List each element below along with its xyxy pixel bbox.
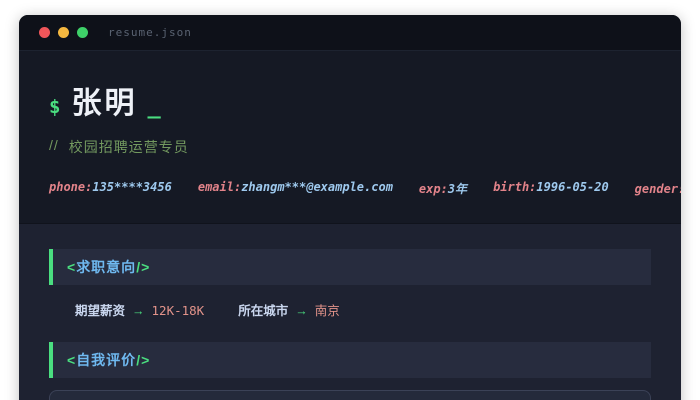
field-expected-salary: 期望薪资 → 12K-18K: [75, 300, 204, 319]
birth-value: 1996-05-20: [536, 180, 609, 194]
tag-close-bracket: />: [136, 352, 151, 368]
phone-label: phone:: [49, 180, 93, 194]
tag-open-bracket: <: [67, 352, 77, 368]
salary-value: 12K-18K: [151, 303, 205, 318]
role-title: 校园招聘运营专员: [68, 139, 189, 155]
gender-label: gender:: [634, 182, 681, 196]
window-title: resume.json: [108, 26, 192, 39]
close-button-icon[interactable]: [39, 27, 50, 38]
minimize-button-icon[interactable]: [58, 27, 69, 38]
city-label: 所在城市: [238, 304, 289, 318]
contact-birth: birth:1996-05-20: [493, 180, 609, 197]
arrow-icon: →: [295, 304, 308, 318]
terminal-window: resume.json $ 张明 _ // 校园招聘运营专员 phone:135…: [19, 15, 681, 400]
window-titlebar: resume.json: [19, 15, 681, 51]
email-value: zhangm***@example.com: [241, 180, 393, 194]
name-line: $ 张明 _: [49, 78, 651, 122]
comment-prefix: //: [49, 137, 59, 153]
section-header-job-intent: <求职意向/>: [49, 249, 651, 285]
self-evaluation-card: 专注校园招聘运营3年，具备从校招计划制定、院校合作、宣讲组织到offer跟进的全…: [49, 390, 651, 400]
section-title-self-evaluation: 自我评价: [76, 352, 137, 368]
contact-row: phone:135****3456 email:zhangm***@exampl…: [49, 180, 681, 197]
contact-gender: gender:女: [635, 180, 681, 197]
candidate-name: 张明: [71, 87, 138, 120]
prompt-symbol: $: [49, 96, 61, 118]
exp-value: 3年: [447, 182, 468, 196]
arrow-icon: →: [132, 304, 145, 318]
contact-email: email:zhangm***@example.com: [198, 180, 393, 197]
contact-phone: phone:135****3456: [49, 180, 172, 197]
phone-value: 135****3456: [92, 180, 172, 194]
tag-open-bracket: <: [67, 259, 77, 275]
exp-label: exp:: [418, 182, 448, 196]
section-title-job-intent: 求职意向: [76, 259, 137, 275]
field-target-city: 所在城市 → 南京: [238, 300, 340, 319]
tag-close-bracket: />: [136, 259, 151, 275]
birth-label: birth:: [493, 180, 537, 194]
city-value: 南京: [314, 303, 340, 318]
salary-label: 期望薪资: [75, 304, 126, 318]
resume-body: <求职意向/> 期望薪资→12K-18K 所在城市→南京 <自我评价/> 专注校…: [19, 223, 681, 400]
role-line: // 校园招聘运营专员: [49, 137, 651, 157]
section-header-self-evaluation: <自我评价/>: [49, 342, 651, 378]
job-intent-fields: 期望薪资 → 12K-18K 所在城市 → 南京: [75, 300, 651, 319]
email-label: email:: [197, 180, 242, 194]
maximize-button-icon[interactable]: [77, 27, 88, 38]
contact-exp: exp:3年: [419, 180, 467, 197]
terminal-cursor: _: [147, 94, 161, 119]
resume-header: $ 张明 _ // 校园招聘运营专员 phone:135****3456 ema…: [19, 51, 681, 223]
